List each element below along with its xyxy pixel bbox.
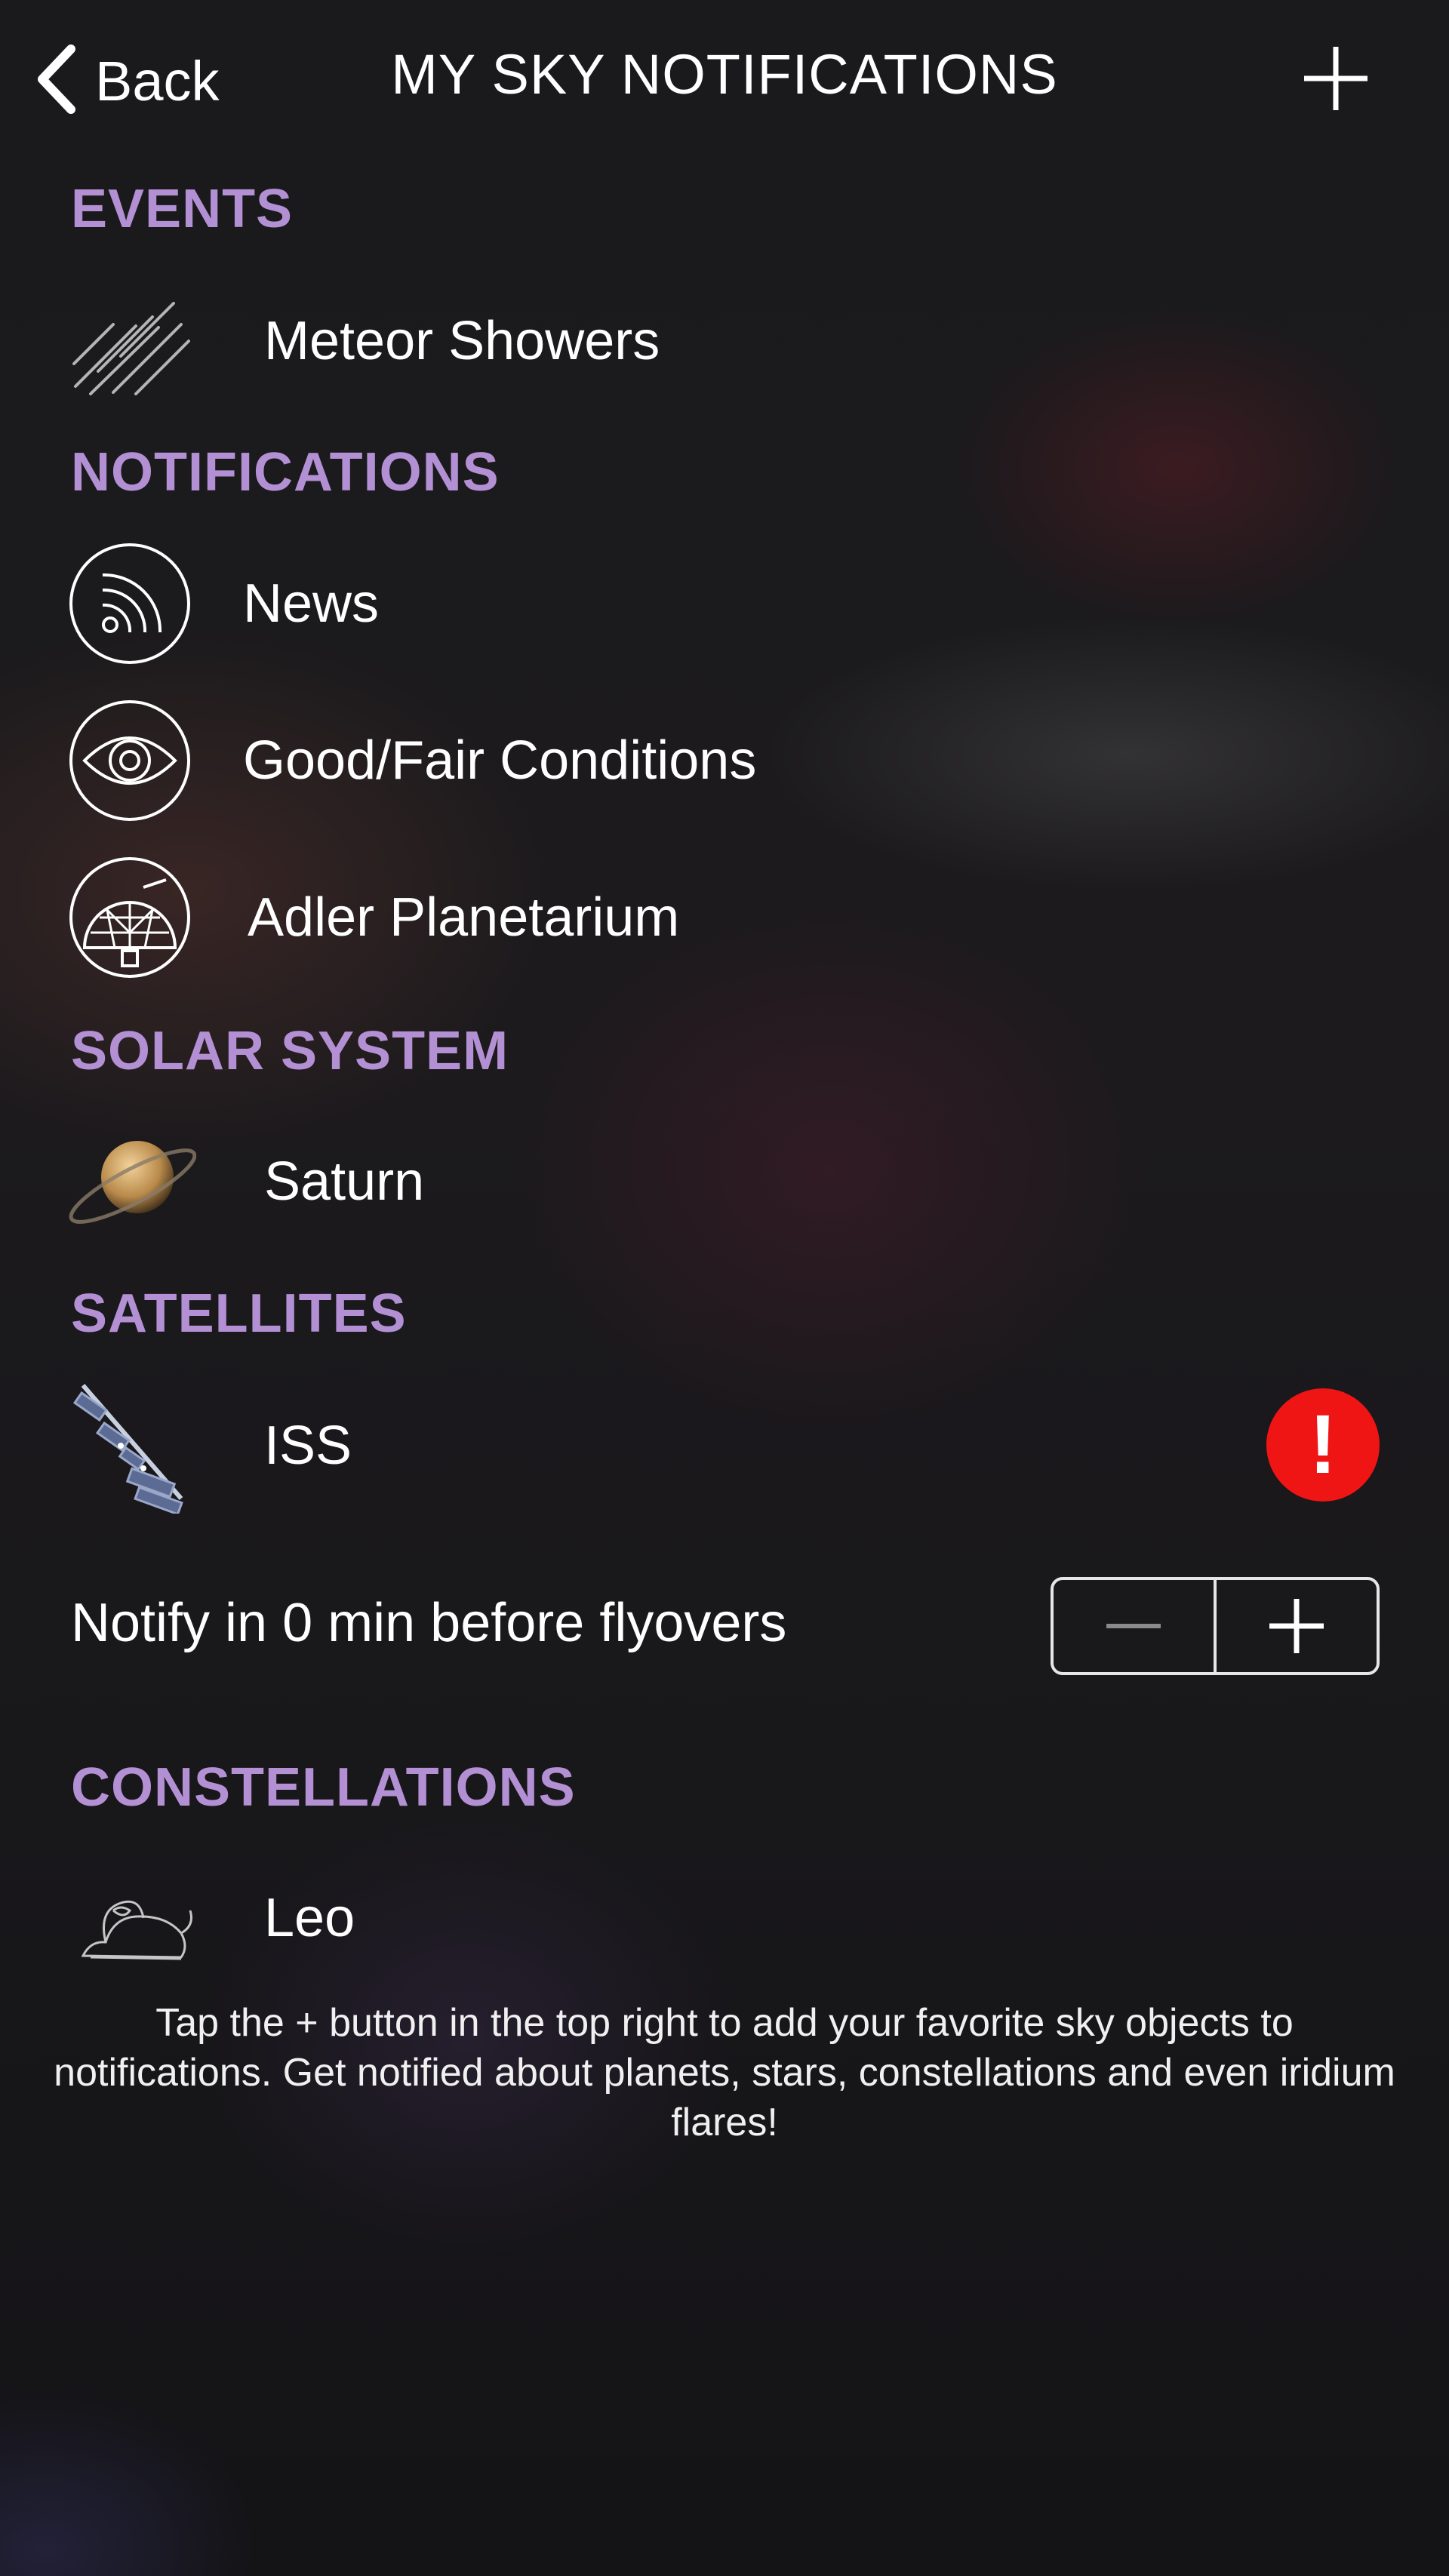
leo-constellation-icon [68, 1858, 196, 1978]
section-heading-events: EVENTS [71, 179, 294, 239]
page-title: MY SKY NOTIFICATIONS [391, 43, 1058, 106]
list-item-adler-planetarium[interactable]: Adler Planetarium [0, 850, 1449, 985]
iss-icon [68, 1384, 196, 1516]
section-heading-constellations: CONSTELLATIONS [71, 1757, 576, 1818]
list-item-good-fair-conditions[interactable]: Good/Fair Conditions [0, 693, 1449, 828]
list-item-label: News [243, 573, 380, 634]
planetarium-dome-icon [68, 857, 196, 978]
list-item-news[interactable]: News [0, 536, 1449, 672]
eye-icon [68, 700, 196, 821]
list-item-label: Saturn [264, 1151, 425, 1212]
plus-icon [1269, 1599, 1324, 1653]
list-item-meteor-showers[interactable]: Meteor Showers [0, 273, 1449, 409]
increment-button[interactable] [1217, 1580, 1377, 1672]
navigation-bar: Back MY SKY NOTIFICATIONS [0, 0, 1449, 158]
flyover-notify-text: Notify in 0 min before flyovers [71, 1593, 787, 1653]
footer-hint: Tap the + button in the top right to add… [54, 2001, 1395, 2144]
list-item-iss[interactable]: ISS [0, 1378, 1449, 1516]
meteor-showers-icon [68, 281, 196, 401]
minutes-stepper[interactable] [1051, 1577, 1380, 1675]
list-item-label: ISS [264, 1416, 352, 1476]
alert-badge[interactable]: ! [1266, 1388, 1380, 1502]
list-item-label: Adler Planetarium [248, 887, 680, 948]
list-item-leo[interactable]: Leo [0, 1850, 1449, 1986]
minus-icon [1106, 1624, 1161, 1628]
decrement-button[interactable] [1054, 1580, 1214, 1672]
saturn-icon [68, 1121, 197, 1242]
section-heading-notifications: NOTIFICATIONS [71, 442, 500, 503]
plus-icon [1304, 47, 1367, 110]
list-item-label: Good/Fair Conditions [243, 730, 757, 791]
list-item-saturn[interactable]: Saturn [0, 1114, 1449, 1250]
section-heading-solar-system: SOLAR SYSTEM [71, 1021, 509, 1081]
section-heading-satellites: SATELLITES [71, 1283, 407, 1344]
add-button[interactable] [1300, 42, 1372, 115]
list-item-label: Leo [264, 1888, 355, 1948]
rss-icon [68, 543, 196, 664]
list-item-label: Meteor Showers [264, 311, 660, 371]
